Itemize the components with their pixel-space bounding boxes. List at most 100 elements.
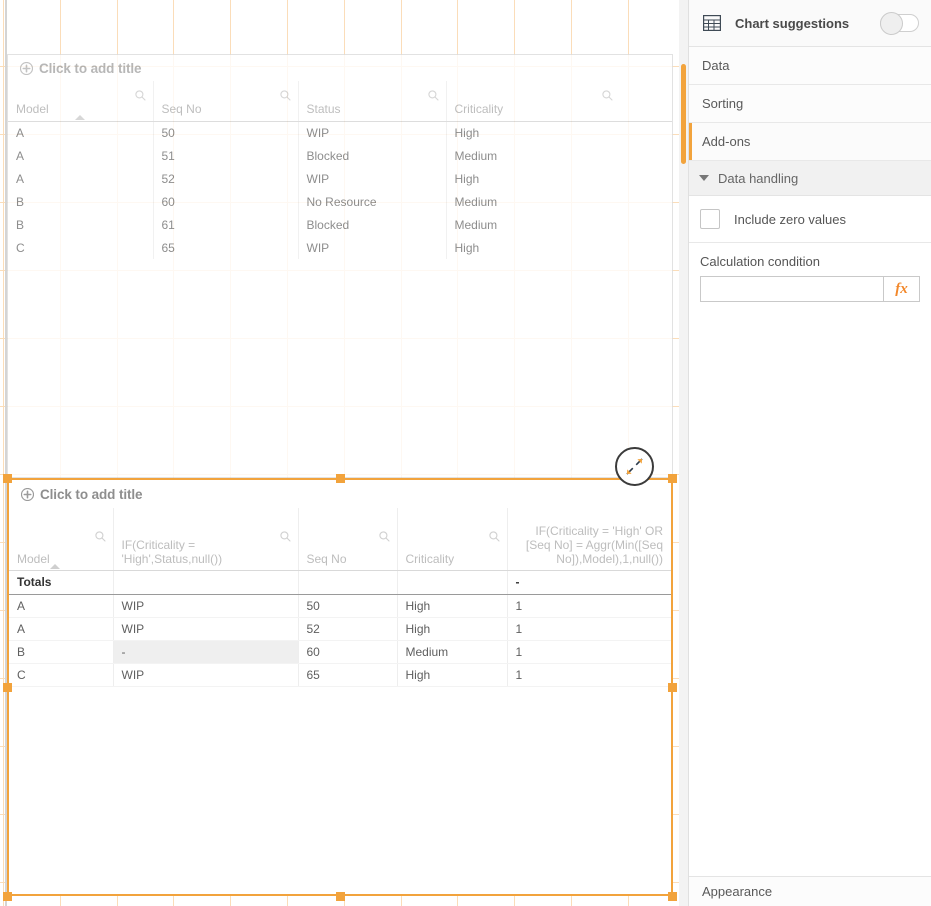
section-data-handling[interactable]: Data handling	[689, 161, 931, 196]
table-cell[interactable]: No Resource	[298, 190, 447, 213]
search-icon[interactable]	[602, 89, 613, 101]
table-cell[interactable]: 61	[153, 213, 299, 236]
table-cell[interactable]: -	[113, 640, 299, 665]
selection-handle-mid-right[interactable]	[668, 683, 677, 692]
canvas-scrollbar-track[interactable]	[679, 0, 688, 906]
table-row[interactable]: A 52 WIP High	[8, 167, 672, 190]
top-table-title[interactable]: Click to add title	[8, 55, 672, 81]
table-object-bottom[interactable]: Click to add title Model IF(Criticality …	[7, 478, 673, 896]
table-cell[interactable]: 65	[298, 663, 398, 688]
table-cell[interactable]: B	[8, 190, 154, 213]
table-cell[interactable]: Medium	[446, 213, 672, 236]
table-object-top[interactable]: Click to add title Model Seq No Status C…	[7, 54, 673, 478]
table-cell[interactable]: 52	[298, 617, 398, 641]
table-cell[interactable]: C	[8, 236, 154, 259]
table-cell[interactable]: High	[446, 167, 672, 190]
table-cell[interactable]: A	[8, 144, 154, 167]
column-header-measure-expression[interactable]: IF(Criticality = 'High' OR [Seq No] = Ag…	[507, 508, 671, 571]
table-cell[interactable]: 50	[153, 121, 299, 144]
table-cell[interactable]: WIP	[113, 663, 299, 688]
table-cell[interactable]: High	[446, 236, 672, 259]
calculation-condition-input[interactable]	[700, 276, 883, 302]
selection-handle-top-center[interactable]	[336, 474, 345, 483]
accordion-item-data[interactable]: Data	[689, 47, 931, 85]
table-cell[interactable]: A	[9, 594, 114, 618]
table-cell[interactable]: Blocked	[298, 144, 447, 167]
table-cell[interactable]: 60	[153, 190, 299, 213]
column-header-status[interactable]: Status	[298, 81, 447, 122]
table-cell[interactable]: B	[8, 213, 154, 236]
search-icon[interactable]	[279, 89, 291, 101]
column-header-if-criticality-status[interactable]: IF(Criticality = 'High',Status,null())	[113, 508, 299, 571]
accordion-item-add-ons[interactable]: Add-ons	[689, 123, 931, 161]
column-header-seq-no[interactable]: Seq No	[153, 81, 299, 122]
canvas-scrollbar-thumb[interactable]	[681, 64, 686, 164]
table-cell[interactable]: High	[397, 617, 508, 641]
table-cell[interactable]: 60	[298, 640, 398, 665]
table-cell[interactable]: Medium	[446, 190, 672, 213]
search-icon[interactable]	[94, 530, 106, 542]
column-header-criticality[interactable]: Criticality	[397, 508, 508, 571]
search-icon[interactable]	[427, 89, 439, 101]
selection-handle-top-left[interactable]	[3, 474, 12, 483]
selection-handle-bottom-right[interactable]	[668, 892, 677, 901]
table-cell[interactable]: A	[8, 167, 154, 190]
selection-handle-bottom-center[interactable]	[336, 892, 345, 901]
table-cell[interactable]: High	[397, 663, 508, 688]
table-row[interactable]: B 60 No Resource Medium	[8, 190, 672, 213]
table-cell[interactable]: 1	[507, 594, 671, 618]
table-cell[interactable]: WIP	[113, 594, 299, 618]
bottom-table-title[interactable]: Click to add title	[9, 480, 671, 508]
table-row[interactable]: A 50 WIP High	[8, 121, 672, 144]
top-table[interactable]: Model Seq No Status Criticality A 50 WIP…	[8, 81, 672, 259]
column-header-seq-no[interactable]: Seq No	[298, 508, 398, 571]
chart-suggestions-toggle[interactable]	[880, 12, 919, 35]
table-cell[interactable]: WIP	[298, 167, 447, 190]
table-cell[interactable]: Medium	[397, 640, 508, 665]
search-icon[interactable]	[279, 530, 291, 542]
search-icon[interactable]	[134, 89, 146, 101]
accordion-item-sorting[interactable]: Sorting	[689, 85, 931, 123]
table-cell[interactable]: 50	[298, 594, 398, 618]
selection-handle-mid-left[interactable]	[3, 683, 12, 692]
include-zero-values-row[interactable]: Include zero values	[689, 196, 931, 243]
table-cell[interactable]: Blocked	[298, 213, 447, 236]
column-header-model[interactable]: Model	[9, 508, 114, 571]
table-cell[interactable]: 1	[507, 663, 671, 688]
table-cell[interactable]: 1	[507, 617, 671, 641]
table-cell[interactable]: High	[446, 121, 672, 144]
table-row[interactable]: B -60 Medium 1	[9, 640, 671, 665]
table-cell[interactable]: 1	[507, 640, 671, 665]
table-row[interactable]: A WIP 50 High 1	[9, 594, 671, 618]
table-cell[interactable]: Medium	[446, 144, 672, 167]
table-cell[interactable]: A	[8, 121, 154, 144]
accordion-item-appearance[interactable]: Appearance	[689, 876, 931, 906]
properties-panel[interactable]: Chart suggestions Data Sorting Add-ons D…	[688, 0, 931, 906]
table-row[interactable]: A 51 Blocked Medium	[8, 144, 672, 167]
sheet-canvas[interactable]: Click to add title Model Seq No Status C…	[0, 0, 688, 906]
column-header-model[interactable]: Model	[8, 81, 154, 122]
column-header-criticality[interactable]: Criticality	[446, 81, 672, 122]
table-row[interactable]: A WIP 52 High 1	[9, 617, 671, 641]
table-cell[interactable]: High	[397, 594, 508, 618]
table-cell[interactable]: 65	[153, 236, 299, 259]
table-cell[interactable]: WIP	[298, 236, 447, 259]
table-row[interactable]: C WIP 65 High 1	[9, 663, 671, 688]
selection-handle-bottom-left[interactable]	[3, 892, 12, 901]
table-row[interactable]: C 65 WIP High	[8, 236, 672, 259]
table-cell[interactable]: WIP	[298, 121, 447, 144]
table-cell[interactable]: WIP	[113, 617, 299, 641]
search-icon[interactable]	[488, 530, 500, 542]
fx-icon[interactable]: fx	[883, 276, 920, 302]
include-zero-values-checkbox[interactable]	[700, 209, 720, 229]
table-cell[interactable]: 51	[153, 144, 299, 167]
expand-chart-button[interactable]	[615, 447, 654, 486]
table-cell[interactable]: A	[9, 617, 114, 641]
table-cell[interactable]: 52	[153, 167, 299, 190]
selection-handle-top-right[interactable]	[668, 474, 677, 483]
search-icon[interactable]	[378, 530, 390, 542]
table-cell[interactable]: B	[9, 640, 114, 665]
table-row[interactable]: B 61 Blocked Medium	[8, 213, 672, 236]
bottom-table[interactable]: Model IF(Criticality = 'High',Status,nul…	[9, 508, 671, 688]
table-cell[interactable]: C	[9, 663, 114, 688]
